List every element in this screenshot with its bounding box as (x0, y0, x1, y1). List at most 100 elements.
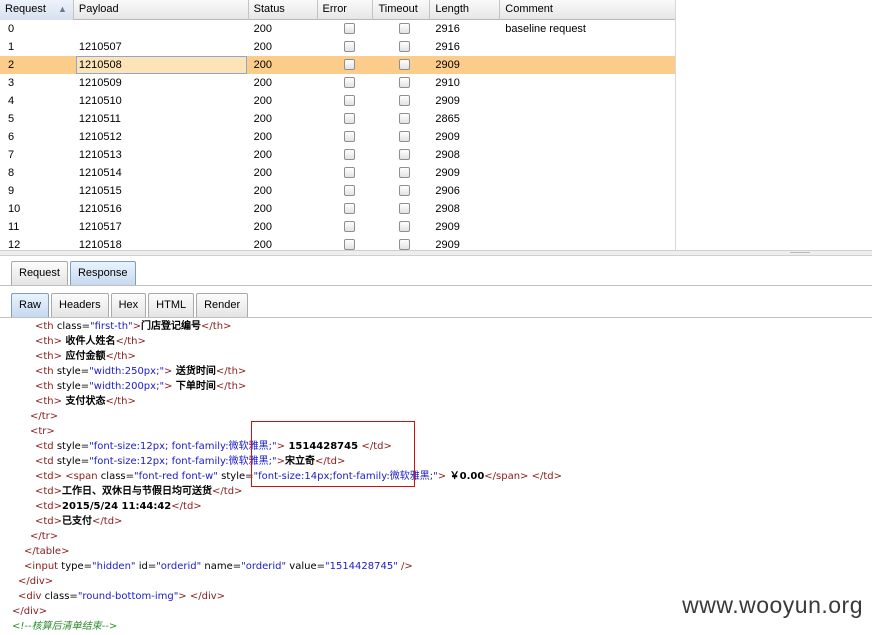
column-header-length[interactable]: Length (430, 0, 501, 20)
table-row[interactable]: 1 1210507 200 2916 (0, 38, 675, 56)
code-token: "1514428745" (325, 561, 398, 572)
code-token: style= (56, 366, 90, 377)
splitter-grip-icon[interactable] (790, 252, 810, 254)
column-header-label: Timeout (378, 3, 418, 15)
column-header-comment[interactable]: Comment (500, 0, 675, 20)
table-row[interactable]: 12 1210518 200 2909 (0, 236, 675, 250)
tab-render[interactable]: Render (196, 293, 249, 317)
cell-request-text: 9 (8, 185, 15, 197)
column-header-request[interactable]: Request ▲ (0, 0, 74, 20)
timeout-checkbox[interactable] (399, 58, 411, 70)
code-token: </td> (92, 516, 123, 527)
table-row[interactable]: 6 1210512 200 2909 (0, 128, 675, 146)
tab-headers[interactable]: Headers (51, 293, 109, 317)
error-checkbox[interactable] (343, 94, 355, 106)
cell-request-text: 6 (8, 131, 15, 143)
code-line: <th style="width:250px;"> 送货时间</th> (35, 364, 246, 379)
error-checkbox[interactable] (343, 202, 355, 214)
timeout-checkbox[interactable] (399, 22, 411, 34)
column-header-timeout[interactable]: Timeout (373, 0, 431, 20)
timeout-checkbox[interactable] (399, 166, 411, 178)
timeout-checkbox[interactable] (399, 238, 411, 250)
cell-comment (500, 38, 675, 56)
error-checkbox[interactable] (343, 130, 355, 142)
error-checkbox[interactable] (343, 76, 355, 88)
code-line: <th> 收件人姓名</th> (35, 334, 146, 349)
response-raw-view[interactable]: <th class="first-th">门店登记编号</th> <th> 收件人… (0, 319, 872, 635)
column-header-payload[interactable]: Payload (74, 0, 249, 20)
table-row[interactable]: 5 1210511 200 2865 (0, 110, 675, 128)
error-checkbox[interactable] (343, 112, 355, 124)
tab-hex[interactable]: Hex (110, 293, 147, 317)
tab-raw[interactable]: Raw (11, 293, 50, 317)
table-row[interactable]: 10 1210516 200 2908 (0, 200, 675, 218)
cell-payload-text: 1210516 (78, 203, 122, 215)
cell-error (318, 38, 374, 56)
table-row[interactable]: 2 1210508 200 2909 (0, 56, 675, 74)
table-row[interactable]: 11 1210517 200 2909 (0, 218, 675, 236)
error-checkbox[interactable] (343, 58, 355, 70)
cell-length-text: 2910 (435, 77, 460, 89)
cell-length-text: 2908 (435, 149, 460, 161)
error-checkbox[interactable] (343, 22, 355, 34)
cell-timeout (373, 164, 430, 182)
timeout-checkbox[interactable] (399, 130, 411, 142)
code-token: class= (44, 591, 78, 602)
cell-length-text: 2916 (435, 23, 460, 35)
table-row[interactable]: 3 1210509 200 2910 (0, 74, 675, 92)
cell-error (318, 164, 374, 182)
results-table-body: 0 200 2916 baseline request 1 1210507 200 2916 2… (0, 20, 675, 250)
table-row[interactable]: 0 200 2916 baseline request (0, 20, 675, 38)
cell-request-text: 2 (8, 59, 15, 71)
cell-timeout (373, 110, 430, 128)
table-row[interactable]: 7 1210513 200 2908 (0, 146, 675, 164)
error-checkbox[interactable] (343, 238, 355, 250)
cell-status: 200 (249, 218, 318, 236)
error-checkbox[interactable] (343, 166, 355, 178)
cell-payload: 1210510 (74, 92, 249, 110)
tab-request[interactable]: Request (11, 261, 68, 285)
column-header-status[interactable]: Status (249, 0, 318, 20)
timeout-checkbox[interactable] (399, 220, 411, 232)
timeout-checkbox[interactable] (399, 148, 411, 160)
timeout-checkbox[interactable] (399, 40, 411, 52)
timeout-checkbox[interactable] (399, 94, 411, 106)
timeout-checkbox[interactable] (399, 184, 411, 196)
table-row[interactable]: 9 1210515 200 2906 (0, 182, 675, 200)
column-header-label: Length (435, 3, 470, 15)
timeout-checkbox[interactable] (399, 76, 411, 88)
error-checkbox[interactable] (343, 184, 355, 196)
code-token: </table> (24, 546, 70, 557)
code-token: </tr> (30, 531, 59, 542)
pane-splitter[interactable] (0, 250, 872, 256)
cell-length-text: 2909 (435, 221, 460, 233)
cell-length-text: 2909 (435, 131, 460, 143)
message-tab-bar: Request Response (0, 258, 872, 286)
column-header-error[interactable]: Error (318, 0, 374, 20)
cell-request-text: 3 (8, 77, 15, 89)
table-row[interactable]: 8 1210514 200 2909 (0, 164, 675, 182)
timeout-checkbox[interactable] (399, 202, 411, 214)
code-token: <th> (35, 336, 63, 347)
cell-request: 12 (0, 236, 74, 250)
tab-html[interactable]: HTML (148, 293, 195, 317)
cell-payload-text: 1210518 (78, 239, 122, 250)
tab-response[interactable]: Response (69, 261, 136, 285)
code-token: "first-th" (90, 321, 133, 332)
code-token: style= (56, 456, 90, 467)
cell-request-text: 0 (8, 23, 15, 35)
error-checkbox[interactable] (343, 148, 355, 160)
error-checkbox[interactable] (343, 220, 355, 232)
cell-error (318, 20, 374, 38)
error-checkbox[interactable] (343, 40, 355, 52)
table-row[interactable]: 4 1210510 200 2909 (0, 92, 675, 110)
code-token: </td> (212, 486, 243, 497)
cell-length: 2908 (430, 200, 500, 218)
cell-error (318, 218, 374, 236)
cell-comment (500, 92, 675, 110)
sort-ascending-icon: ▲ (57, 4, 67, 14)
code-token: <td (35, 441, 57, 452)
timeout-checkbox[interactable] (399, 112, 411, 124)
code-line: </tr> (30, 409, 58, 424)
cell-comment (500, 74, 675, 92)
